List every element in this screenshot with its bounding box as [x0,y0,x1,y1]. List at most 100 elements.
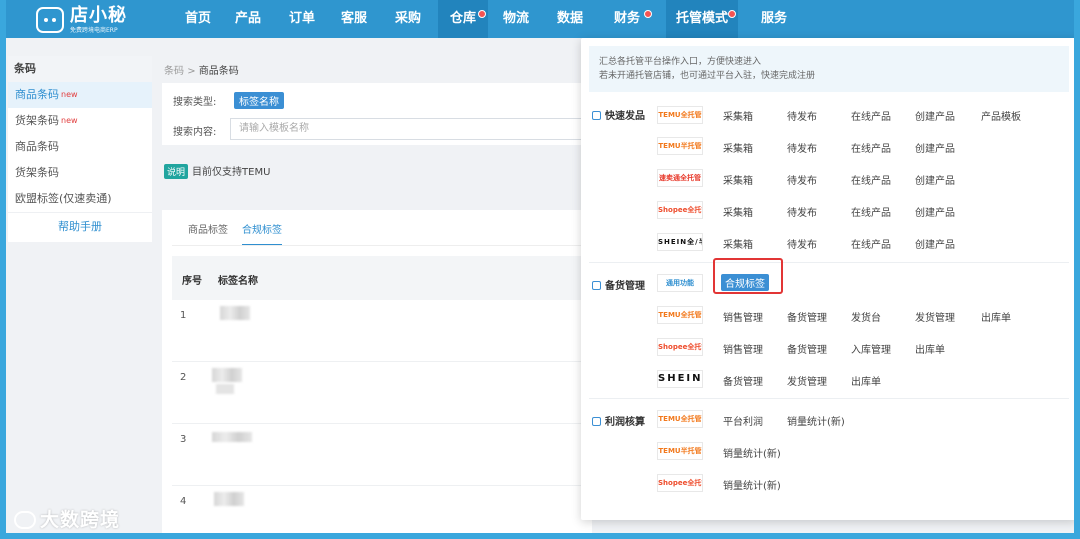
nav-services[interactable]: 服务 [752,0,796,38]
nav-logistics[interactable]: 物流 [494,0,538,38]
link-outbound-order[interactable]: 出库单 [851,373,881,388]
link-pending-publish[interactable]: 待发布 [787,236,817,251]
link-pending-publish[interactable]: 待发布 [787,140,817,155]
temu-half-logo: TEMU半托管 [657,137,703,155]
link-pending-publish[interactable]: 待发布 [787,204,817,219]
section-label: 备货管理 [605,281,645,292]
temu-full-logo: TEMU全托管 [657,306,703,324]
temu-full-logo: TEMU全托管 [657,106,703,124]
section-divider [589,262,1069,263]
link-online-products[interactable]: 在线产品 [851,204,891,219]
link-create-product[interactable]: 创建产品 [915,108,955,123]
link-outbound-order[interactable]: 出库单 [915,341,945,356]
notification-dot [644,10,652,18]
section-divider [589,398,1069,399]
search-type-option[interactable]: 标签名称 [234,92,284,109]
search-input[interactable]: 请输入模板名称 [230,118,590,140]
link-sales-stats[interactable]: 销量统计(新) [723,477,781,492]
link-collection-box[interactable]: 采集箱 [723,236,753,251]
link-online-products[interactable]: 在线产品 [851,172,891,187]
link-collection-box[interactable]: 采集箱 [723,204,753,219]
shein-logo: SHEIN [657,370,703,388]
link-pending-publish[interactable]: 待发布 [787,108,817,123]
table-row[interactable]: 2 [172,362,592,424]
link-create-product[interactable]: 创建产品 [915,204,955,219]
link-product-template[interactable]: 产品模板 [981,108,1021,123]
link-shipping-management[interactable]: 发货管理 [787,373,827,388]
link-compliance-label[interactable]: 合规标签 [721,274,769,291]
section-label: 快速发品 [605,111,645,122]
table-row[interactable]: 1 [172,300,592,362]
tabs-divider [172,245,592,246]
breadcrumb-separator: > [187,66,196,77]
link-stock-management[interactable]: 备货管理 [723,373,763,388]
redacted-thumbnail [214,492,244,506]
watermark-logo-icon [14,511,36,529]
breadcrumb-current: 商品条码 [198,66,239,77]
nav-warehouse-label: 仓库 [449,11,476,26]
nav-purchase[interactable]: 采购 [386,0,430,38]
link-collection-box[interactable]: 采集箱 [723,172,753,187]
watermark: 大数跨境 [14,505,120,532]
label-list-card: 商品标签 合规标签 序号 标签名称 1 2 3 4 [162,210,592,533]
nav-data[interactable]: 数据 [548,0,592,38]
link-shipping-desk[interactable]: 发货台 [851,309,881,324]
sidebar-item-product-barcode[interactable]: 商品条码 new [8,82,152,108]
sidebar-item-eu-label[interactable]: 欧盟标签(仅速卖通) [8,186,152,212]
sidebar: 条码 商品条码 new 货架条码 new 商品条码 货架条码 欧盟标签(仅速卖通) … [8,56,152,242]
nav-warehouse[interactable]: 仓库 [438,0,488,38]
tab-compliance-label[interactable]: 合规标签 [242,220,282,246]
search-content-label: 搜索内容: [173,127,217,138]
table-row[interactable]: 3 [172,424,592,486]
notification-dot [728,10,736,18]
link-sales-stats[interactable]: 销量统计(新) [723,445,781,460]
link-sales-management[interactable]: 销售管理 [723,309,763,324]
aliexpress-logo: 速卖通全托管 [657,169,703,187]
sidebar-item-shelf-barcode[interactable]: 货架条码 new [8,108,152,134]
link-collection-box[interactable]: 采集箱 [723,108,753,123]
nav-service[interactable]: 客服 [332,0,376,38]
link-sales-stats[interactable]: 销量统计(新) [787,413,845,428]
link-stock-management[interactable]: 备货管理 [787,309,827,324]
shein-full-half-logo: SHEIN全/半托管 [657,233,703,251]
nav-orders[interactable]: 订单 [280,0,324,38]
nav-home[interactable]: 首页 [176,0,220,38]
wallet-icon [592,417,601,426]
link-online-products[interactable]: 在线产品 [851,140,891,155]
nav-managed-mode-label: 托管模式 [675,11,728,26]
link-online-products[interactable]: 在线产品 [851,108,891,123]
nav-managed-mode[interactable]: 托管模式 [666,0,738,38]
link-online-products[interactable]: 在线产品 [851,236,891,251]
managed-mode-dropdown: 汇总各托管平台操作入口，方便快速进入 若未开通托管店铺，也可通过平台入驻，快速完… [581,38,1074,520]
sidebar-title: 条码 [8,56,152,82]
sidebar-item-product-barcode-legacy[interactable]: 商品条码 [8,134,152,160]
link-collection-box[interactable]: 采集箱 [723,140,753,155]
nav-finance[interactable]: 财务 [602,0,652,38]
link-stock-management[interactable]: 备货管理 [787,341,827,356]
robot-icon [36,7,64,33]
link-shipping-management[interactable]: 发货管理 [915,309,955,324]
breadcrumb-parent[interactable]: 条码 [164,66,184,77]
new-badge: new [61,90,78,99]
nav-finance-label: 财务 [613,11,640,26]
nav-products[interactable]: 产品 [226,0,270,38]
shopee-logo: Shopee全托管 [657,201,703,219]
section-stock-management: 备货管理 [592,277,645,292]
help-manual-link[interactable]: 帮助手册 [8,212,152,240]
cube-icon [592,111,601,120]
link-outbound-order[interactable]: 出库单 [981,309,1011,324]
link-create-product[interactable]: 创建产品 [915,236,955,251]
row-index: 3 [180,434,187,445]
table-row[interactable]: 4 [172,486,592,533]
link-platform-profit[interactable]: 平台利润 [723,413,763,428]
brand-logo[interactable]: 店小秘 免费跨境电商ERP [36,5,127,35]
link-create-product[interactable]: 创建产品 [915,140,955,155]
link-pending-publish[interactable]: 待发布 [787,172,817,187]
tab-product-label[interactable]: 商品标签 [188,220,228,246]
sidebar-item-shelf-barcode-legacy[interactable]: 货架条码 [8,160,152,186]
info-line-1: 汇总各托管平台操作入口，方便快速进入 [599,57,762,67]
link-create-product[interactable]: 创建产品 [915,172,955,187]
link-sales-management[interactable]: 销售管理 [723,341,763,356]
link-inbound-management[interactable]: 入库管理 [851,341,891,356]
row-index: 2 [180,372,187,383]
